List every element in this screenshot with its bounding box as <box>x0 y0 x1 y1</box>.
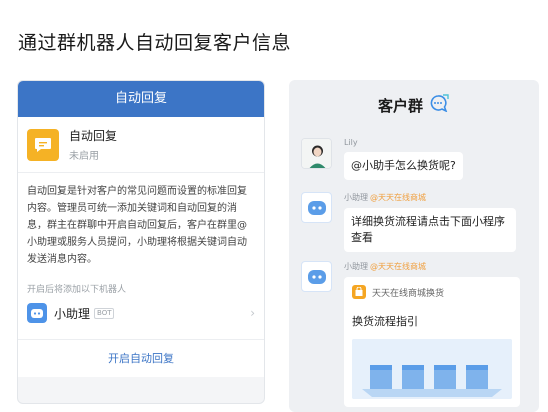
assistant-row[interactable]: 小助理 BOT › <box>27 303 255 323</box>
page-title: 通过群机器人自动回复客户信息 <box>18 32 292 54</box>
sender-tag: @天天在线商城 <box>370 262 426 271</box>
mini-program-card[interactable]: 天天在线商城换货 换货流程指引 <box>344 277 520 407</box>
message-bubble: @小助手怎么换货呢? <box>344 152 463 180</box>
assistant-name: 小助理 <box>54 306 91 321</box>
card-title: 自动回复 <box>69 129 118 143</box>
chat-message: Lily @小助手怎么换货呢? <box>301 138 463 180</box>
description-text: 自动回复是针对客户的常见问题而设置的标准回复内容。管理员可统一添加关键词和自动回… <box>27 186 247 265</box>
bot-badge: BOT <box>94 307 115 319</box>
robot-avatar <box>301 192 332 223</box>
card-title: 换货流程指引 <box>352 315 418 328</box>
chat-title: 客户群 <box>377 96 423 115</box>
sender-name: Lily <box>344 138 358 147</box>
message-bubble: 详细换货流程请点击下面小程序查看 <box>344 208 516 252</box>
auto-reply-panel: 自动回复 自动回复 未启用 自动回复是针对客户的常见问题而设置的标准回复内容。管… <box>17 80 265 404</box>
chat-header: 客户群 <box>289 94 539 116</box>
panel-body: 自动回复 未启用 自动回复是针对客户的常见问题而设置的标准回复内容。管理员可统一… <box>18 117 264 357</box>
message-icon <box>27 128 59 161</box>
enable-auto-reply-button[interactable]: 开启自动回复 <box>18 339 264 377</box>
sender-name: 小助理 @天天在线商城 <box>344 262 426 271</box>
chat-message: 小助理 @天天在线商城 详细换货流程请点击下面小程序查看 <box>301 192 516 252</box>
chat-message: 小助理 @天天在线商城 天天在线商城换货 换货流程指引 <box>301 261 520 407</box>
user-avatar <box>301 138 332 169</box>
robot-icon <box>27 303 47 323</box>
robot-avatar <box>301 261 332 292</box>
sender-tag: @天天在线商城 <box>370 193 426 202</box>
shop-icon <box>352 285 366 299</box>
panel-header: 自动回复 <box>18 81 264 117</box>
divider <box>18 172 264 173</box>
added-bot-label: 开启后将添加以下机器人 <box>27 285 127 295</box>
auto-reply-card: 自动回复 未启用 <box>27 127 255 162</box>
customer-group-chat: 客户群 Lily @小助手怎么换货呢? 小助理 @天天在线商城 详细换货流程请点… <box>289 80 539 412</box>
card-shop-name: 天天在线商城换货 <box>372 288 445 299</box>
card-status: 未启用 <box>69 151 99 162</box>
card-shop-row: 天天在线商城换货 <box>352 285 512 299</box>
card-illustration <box>352 339 512 399</box>
chat-bubble-icon <box>428 94 450 116</box>
sender-name: 小助理 @天天在线商城 <box>344 193 426 202</box>
chevron-right-icon: › <box>250 306 255 320</box>
